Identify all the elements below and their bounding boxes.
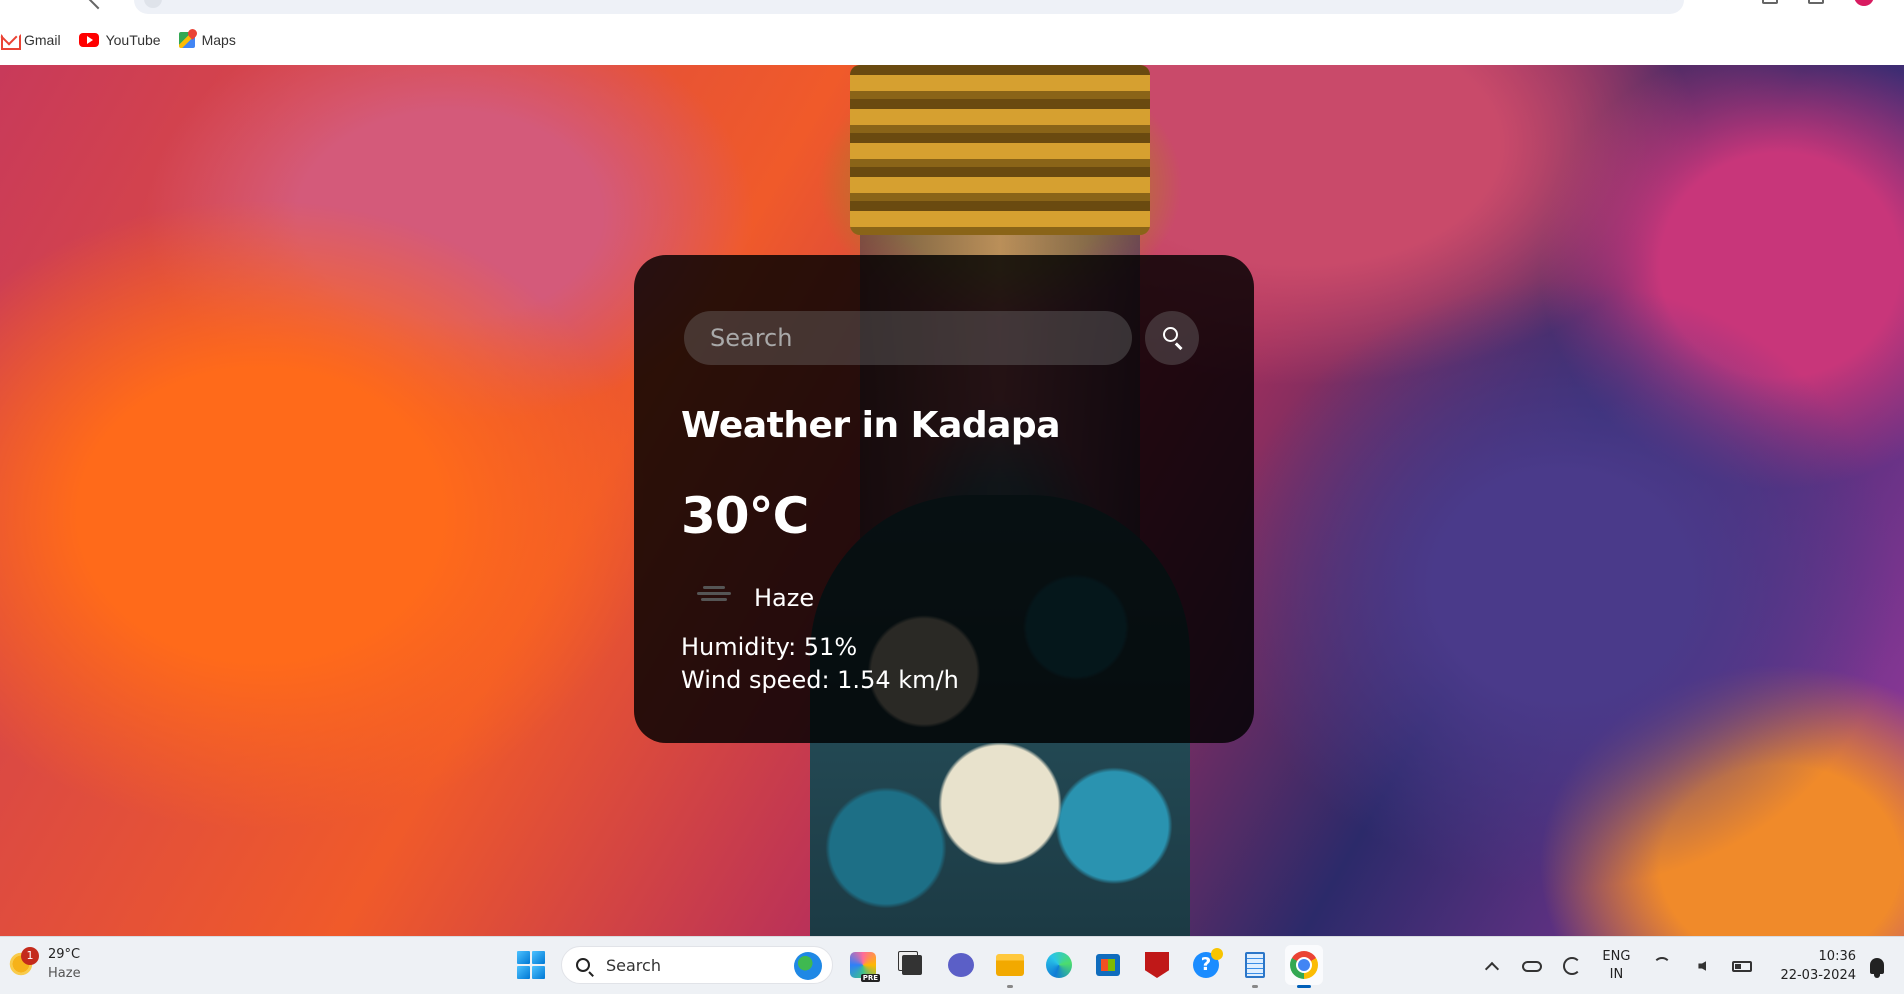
chrome-icon xyxy=(1290,951,1318,979)
taskbar-weather-condition: Haze xyxy=(48,966,81,981)
speaker-icon xyxy=(1698,961,1707,971)
edge-button[interactable] xyxy=(1040,945,1078,985)
reload-icon[interactable] xyxy=(86,0,110,10)
edge-icon xyxy=(1046,952,1072,978)
downloads-icon[interactable] xyxy=(1762,0,1778,4)
store-icon xyxy=(1096,954,1120,976)
humidity-text: Humidity: 51% xyxy=(681,633,858,661)
taskbar-apps: Search ? xyxy=(512,945,1323,988)
gmail-icon xyxy=(1,34,21,50)
file-explorer-button[interactable] xyxy=(991,945,1029,988)
help-icon: ? xyxy=(1193,948,1223,978)
windows-icon xyxy=(517,951,545,979)
wifi-icon xyxy=(1653,957,1672,975)
city-title: Weather in Kadapa xyxy=(681,405,1061,446)
sync-icon xyxy=(1563,957,1582,975)
search-button[interactable] xyxy=(1145,311,1199,365)
clock-time: 10:36 xyxy=(1818,949,1856,964)
task-view-icon xyxy=(902,955,922,975)
language-region: IN xyxy=(1609,967,1624,982)
browser-toolbar-icons xyxy=(1762,0,1874,6)
chrome-button[interactable] xyxy=(1285,945,1323,988)
taskbar-weather-temp: 29°C xyxy=(48,947,81,962)
address-bar[interactable]: ☆ xyxy=(134,0,1684,14)
weather-card: Weather in Kadapa 30°C Haze Humidity: 51… xyxy=(634,255,1254,743)
language-code: ENG xyxy=(1602,949,1631,964)
mcafee-button[interactable] xyxy=(1138,945,1176,985)
notification-badge: 1 xyxy=(21,947,39,965)
search-highlight-icon xyxy=(794,952,822,980)
taskbar-weather-widget[interactable]: 1 29°C Haze xyxy=(8,945,81,983)
folder-icon xyxy=(996,954,1024,976)
bookmark-label: YouTube xyxy=(105,32,161,48)
bookmark-youtube[interactable]: YouTube xyxy=(78,32,161,48)
clock[interactable]: 10:36 22-03-2024 xyxy=(1780,947,1856,985)
temperature: 30°C xyxy=(681,487,809,545)
youtube-icon xyxy=(78,33,99,47)
wifi-button[interactable] xyxy=(1651,955,1673,977)
bookmark-star-icon[interactable]: ☆ xyxy=(1654,0,1670,4)
site-info-icon[interactable] xyxy=(144,0,162,8)
battery-button[interactable] xyxy=(1731,955,1753,977)
bookmark-gmail[interactable]: Gmail xyxy=(0,32,61,50)
chevron-up-icon xyxy=(1485,961,1500,976)
search-icon xyxy=(1163,327,1178,342)
taskbar-search[interactable]: Search xyxy=(561,946,833,984)
sun-haze-icon: 1 xyxy=(8,947,39,977)
bookmark-maps[interactable]: Maps xyxy=(178,32,236,48)
cloud-icon xyxy=(1522,960,1543,972)
volume-button[interactable] xyxy=(1691,955,1713,977)
bookmarks-bar: Gmail YouTube Maps xyxy=(0,29,254,51)
get-help-button[interactable]: ? xyxy=(1187,945,1225,985)
bookmark-label: Gmail xyxy=(24,32,61,48)
notepad-icon xyxy=(1245,952,1265,978)
copilot-icon xyxy=(850,952,880,982)
notification-bell-icon[interactable] xyxy=(1870,958,1884,978)
task-view-button[interactable] xyxy=(893,945,931,985)
search-input[interactable] xyxy=(684,311,1132,365)
bookmark-label: Maps xyxy=(201,32,236,48)
onedrive-button[interactable] xyxy=(1521,955,1543,977)
taskbar: 1 29°C Haze Search ? ENG IN xyxy=(0,936,1904,994)
extensions-icon[interactable] xyxy=(1808,0,1824,4)
system-tray: ENG IN 10:36 22-03-2024 xyxy=(1472,937,1904,994)
condition-text: Haze xyxy=(754,584,815,612)
search-icon xyxy=(576,958,590,972)
profile-avatar[interactable] xyxy=(1854,0,1874,6)
show-hidden-icons-button[interactable] xyxy=(1481,955,1503,977)
browser-chrome: ☆ Gmail YouTube Maps xyxy=(0,0,1904,65)
copilot-button[interactable] xyxy=(844,945,882,985)
clock-date: 22-03-2024 xyxy=(1780,968,1856,983)
language-indicator[interactable]: ENG IN xyxy=(1602,948,1630,984)
taskbar-search-label: Search xyxy=(606,955,661,975)
battery-icon xyxy=(1732,960,1753,972)
wind-text: Wind speed: 1.54 km/h xyxy=(681,666,959,694)
store-button[interactable] xyxy=(1089,945,1127,985)
haze-icon xyxy=(694,583,734,609)
sync-button[interactable] xyxy=(1561,955,1583,977)
mcafee-icon xyxy=(1145,952,1169,978)
chat-icon xyxy=(948,953,974,977)
notepad-button[interactable] xyxy=(1236,945,1274,988)
maps-icon xyxy=(178,32,195,48)
start-button[interactable] xyxy=(512,945,550,985)
chat-button[interactable] xyxy=(942,945,980,985)
